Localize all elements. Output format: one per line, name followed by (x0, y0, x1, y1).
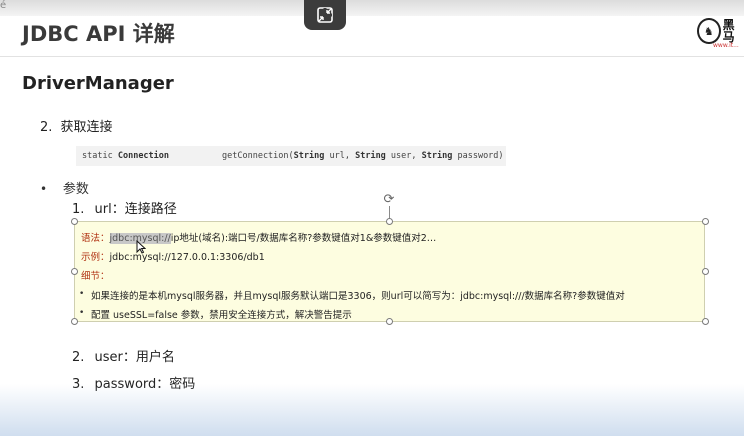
example-line: 示例：jdbc:mysql://127.0.0.1:3306/db1 (81, 252, 265, 263)
top-strip (0, 0, 744, 16)
brand-logo: ♞ 黑马 (697, 18, 744, 44)
list-number: 2. (40, 120, 53, 135)
sub-item-url: 1. url：连接路径 (72, 202, 177, 217)
detail-bullet-2: • (79, 308, 85, 318)
params-bullet: • 参数 (40, 182, 89, 197)
exit-fullscreen-icon (317, 7, 333, 23)
resize-handle-ne[interactable] (702, 218, 709, 225)
corner-mark: é (0, 0, 7, 11)
sub-item-user: 2. user：用户名 (72, 350, 175, 365)
section-heading: DriverManager (22, 73, 174, 94)
resize-handle-s[interactable] (386, 318, 393, 325)
resize-handle-se[interactable] (702, 318, 709, 325)
mouse-pointer-icon (136, 239, 147, 257)
list-item-get-connection: 2. 获取连接 (40, 116, 113, 135)
resize-handle-e[interactable] (702, 268, 709, 275)
resize-handle-w[interactable] (71, 268, 78, 275)
title-divider (0, 56, 744, 57)
detail-1: 如果连接的是本机mysql服务器，并且mysql服务默认端口是3306，则url… (91, 291, 625, 302)
detail-2: 配置 useSSL=false 参数，禁用安全连接方式，解决警告提示 (91, 310, 352, 321)
logo-text: 黑马 (722, 18, 735, 44)
detail-label: 细节： (81, 271, 110, 282)
signature-method: getConnection(String url, String user, S… (222, 151, 504, 161)
list-text: 获取连接 (60, 120, 113, 135)
bottom-fade (0, 384, 744, 436)
horse-logo-icon: ♞ (697, 18, 721, 44)
detail-bullet-1: • (79, 289, 85, 299)
presentation-slide: é JDBC API 详解 ♞ 黑马 www.it... DriverManag… (0, 0, 744, 436)
method-signature: static Connection getConnection(String u… (76, 146, 506, 166)
rotate-handle-icon[interactable]: ⟳ (382, 192, 396, 207)
params-label: 参数 (62, 182, 89, 197)
resize-handle-nw[interactable] (71, 218, 78, 225)
selected-textbox[interactable]: 语法：jdbc:mysql://ip地址(域名):端口号/数据库名称?参数键值对… (74, 221, 705, 322)
logo-url: www.it... (713, 42, 739, 49)
resize-handle-n[interactable] (386, 218, 393, 225)
signature-return: static Connection (82, 151, 170, 161)
exit-fullscreen-button[interactable] (304, 0, 346, 30)
syntax-line: 语法：jdbc:mysql://ip地址(域名):端口号/数据库名称?参数键值对… (81, 233, 437, 244)
slide-title: JDBC API 详解 (22, 22, 175, 46)
resize-handle-sw[interactable] (71, 318, 78, 325)
